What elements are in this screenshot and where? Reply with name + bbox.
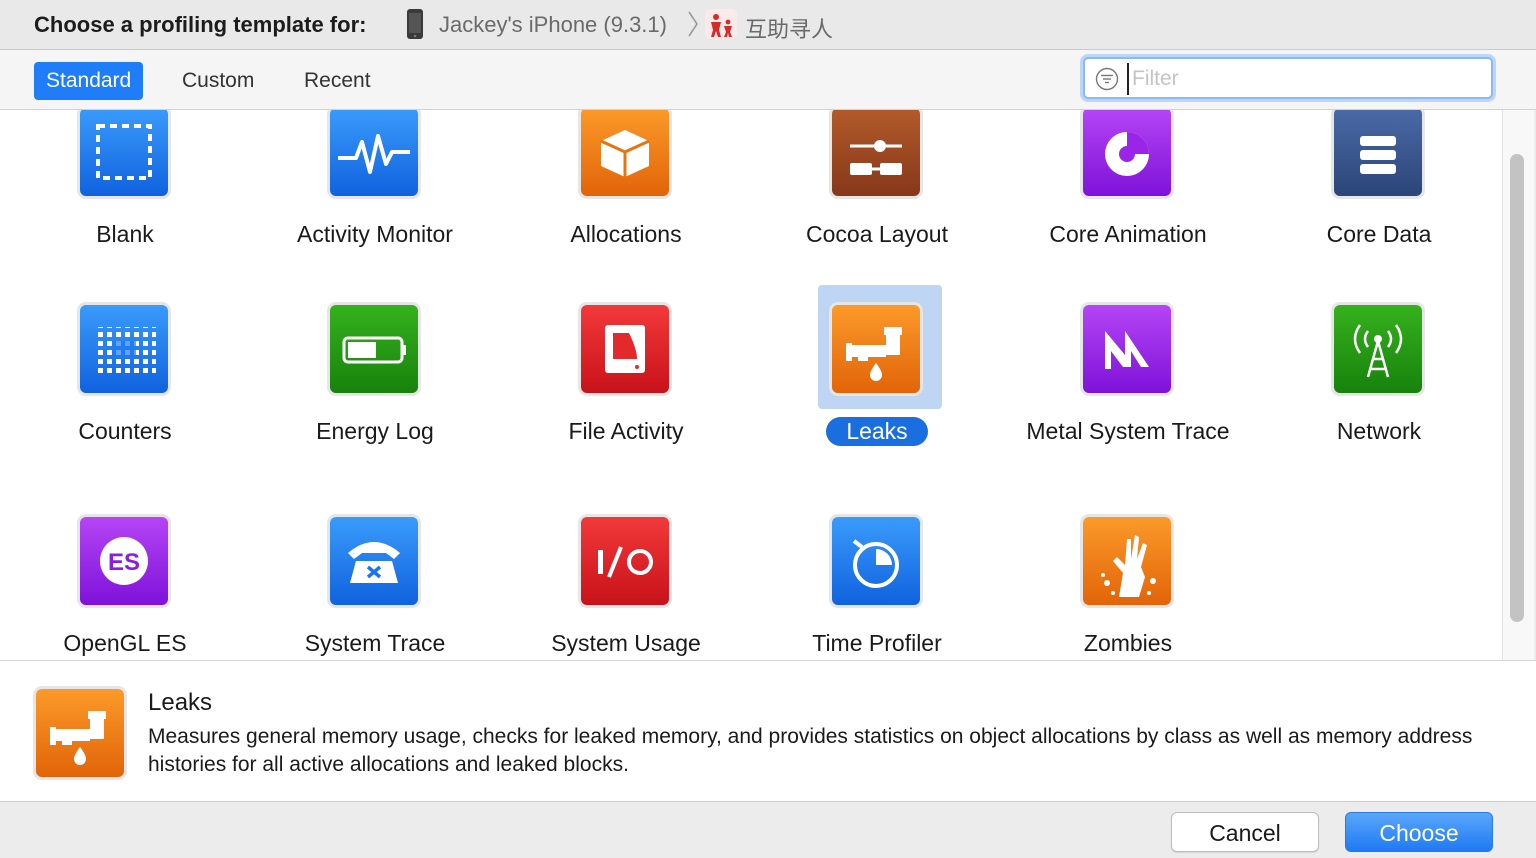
energy-log-icon [330, 305, 418, 393]
template-allocations[interactable]: Allocations [501, 110, 701, 288]
device-name[interactable]: Jackey's iPhone (9.3.1) [439, 12, 667, 38]
template-opengl-es[interactable]: ES OpenGL ES [0, 497, 200, 660]
template-core-data[interactable]: Core Data [1254, 110, 1454, 288]
template-label: Counters [78, 418, 172, 444]
template-activity-monitor[interactable]: Activity Monitor [250, 110, 453, 288]
file-activity-icon [581, 305, 669, 393]
template-blank[interactable]: Blank [0, 110, 200, 288]
dialog-header: Choose a profiling template for: Jackey'… [0, 0, 1536, 50]
zombies-icon [1083, 517, 1171, 605]
template-network[interactable]: Network [1254, 285, 1454, 485]
opengl-es-icon: ES [80, 517, 168, 605]
template-label: Activity Monitor [297, 221, 453, 247]
scrollbar-thumb[interactable] [1510, 154, 1524, 622]
template-label: System Trace [304, 630, 446, 656]
template-label: Time Profiler [812, 630, 942, 656]
template-label: Zombies [1083, 630, 1173, 656]
core-animation-icon [1083, 110, 1171, 196]
template-zombies[interactable]: Zombies [1003, 497, 1203, 660]
detail-title: Leaks [148, 689, 213, 716]
template-label: System Usage [551, 630, 701, 656]
template-counters[interactable]: Counters [0, 285, 200, 485]
app-name[interactable]: 互助寻人 [745, 12, 833, 44]
template-detail-panel: Leaks Measures general memory usage, che… [0, 660, 1536, 802]
template-label: Network [1336, 418, 1422, 444]
activity-monitor-icon [330, 110, 418, 196]
core-data-icon [1334, 110, 1422, 196]
template-file-activity[interactable]: File Activity [501, 285, 701, 485]
app-icon [705, 9, 737, 39]
template-toolbar: Standard Custom Recent [0, 50, 1536, 110]
metal-system-trace-icon [1083, 305, 1171, 393]
blank-icon [80, 110, 168, 196]
template-grid: Blank Activity Monitor Allocations Cocoa… [0, 110, 1502, 660]
system-trace-icon [330, 517, 418, 605]
template-leaks[interactable]: Leaks [752, 285, 952, 485]
chevron-right-icon [688, 11, 698, 37]
grid-scrollbar[interactable] [1502, 110, 1534, 660]
cancel-button[interactable]: Cancel [1171, 812, 1319, 852]
tab-recent[interactable]: Recent [292, 62, 383, 100]
detail-description: Measures general memory usage, checks fo… [148, 725, 1473, 776]
template-label: Blank [96, 221, 154, 247]
template-label: Metal System Trace [1026, 418, 1230, 444]
iphone-icon [407, 9, 423, 39]
template-label: Core Animation [1049, 221, 1207, 247]
filter-icon [1095, 67, 1119, 91]
leaks-icon [832, 305, 920, 393]
template-system-trace[interactable]: System Trace [250, 497, 450, 660]
counters-icon [80, 305, 168, 393]
time-profiler-icon [832, 517, 920, 605]
template-label: Energy Log [316, 418, 434, 444]
cocoa-layout-icon [832, 110, 920, 196]
template-core-animation[interactable]: Core Animation [1003, 110, 1207, 288]
dialog-footer: Cancel Choose [0, 802, 1536, 858]
template-cocoa-layout[interactable]: Cocoa Layout [752, 110, 952, 288]
choose-button[interactable]: Choose [1345, 812, 1493, 852]
svg-text:ES: ES [108, 549, 140, 576]
dialog-title: Choose a profiling template for: [34, 12, 367, 37]
template-system-usage[interactable]: System Usage [501, 497, 701, 660]
filter-input[interactable] [1127, 63, 1484, 95]
template-energy-log[interactable]: Energy Log [250, 285, 450, 485]
filter-field[interactable] [1083, 57, 1493, 99]
network-icon [1334, 305, 1422, 393]
tab-standard[interactable]: Standard [34, 62, 144, 100]
template-label: Cocoa Layout [806, 221, 948, 247]
leaks-icon [36, 689, 124, 777]
template-label: File Activity [568, 418, 684, 444]
tab-custom[interactable]: Custom [170, 62, 266, 100]
template-label: Core Data [1326, 221, 1432, 247]
system-usage-icon [581, 517, 669, 605]
allocations-icon [581, 110, 669, 196]
template-metal-system-trace[interactable]: Metal System Trace [1003, 285, 1230, 485]
template-label: Allocations [570, 221, 682, 247]
template-label: Leaks [826, 417, 928, 446]
template-time-profiler[interactable]: Time Profiler [752, 497, 952, 660]
template-label: OpenGL ES [63, 630, 187, 656]
